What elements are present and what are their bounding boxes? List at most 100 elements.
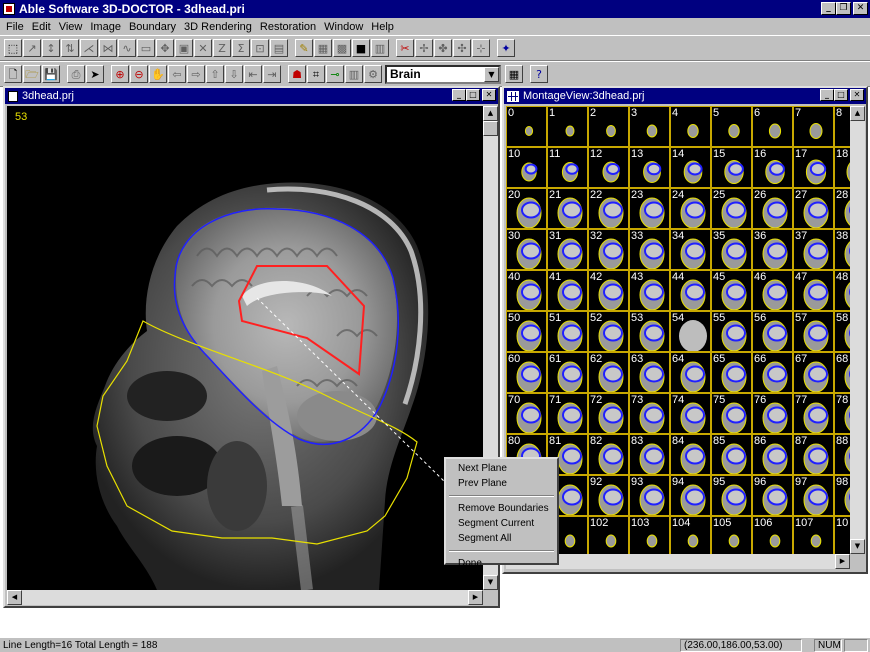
montage-slice[interactable]: 52 bbox=[588, 311, 629, 352]
frame-icon[interactable]: ⊡ bbox=[251, 39, 269, 57]
menu-item-prev-plane[interactable]: Prev Plane bbox=[446, 476, 557, 491]
histogram-icon[interactable]: ▥ bbox=[345, 65, 363, 83]
montage-slice[interactable]: 30 bbox=[506, 229, 547, 270]
join-icon[interactable]: ⊹ bbox=[472, 39, 490, 57]
montage-slice[interactable]: 62 bbox=[588, 352, 629, 393]
montage-slice[interactable]: 102 bbox=[588, 516, 629, 554]
arrow-up-icon[interactable]: ⇧ bbox=[206, 65, 224, 83]
arrow-down-icon[interactable]: ⇩ bbox=[225, 65, 243, 83]
arrow-right-icon[interactable]: ⇨ bbox=[187, 65, 205, 83]
montage-slice[interactable]: 82 bbox=[588, 434, 629, 475]
montage-slice[interactable]: 107 bbox=[793, 516, 834, 554]
montage-slice[interactable]: 65 bbox=[711, 352, 752, 393]
montage-slice[interactable]: 44 bbox=[670, 270, 711, 311]
montage-slice[interactable]: 26 bbox=[752, 188, 793, 229]
montage-slice[interactable]: 57 bbox=[793, 311, 834, 352]
menu-item-next-plane[interactable]: Next Plane bbox=[446, 461, 557, 476]
last-slice-icon[interactable]: ⇥ bbox=[263, 65, 281, 83]
montage-slice[interactable]: 7 bbox=[793, 106, 834, 147]
montage-slice[interactable]: 28 bbox=[834, 188, 850, 229]
pencil-icon[interactable]: ✎ bbox=[295, 39, 313, 57]
montage-slice[interactable]: 32 bbox=[588, 229, 629, 270]
settings-icon[interactable]: ⚙ bbox=[364, 65, 382, 83]
menu-item-remove-boundaries[interactable]: Remove Boundaries bbox=[446, 501, 557, 516]
add-point-icon[interactable]: ✢ bbox=[415, 39, 433, 57]
magic-wand-icon[interactable]: ✦ bbox=[497, 39, 515, 57]
montage-slice[interactable]: 103 bbox=[629, 516, 670, 554]
zoom-in-icon[interactable]: ⊕ bbox=[111, 65, 129, 83]
montage-slice[interactable]: 11 bbox=[547, 147, 588, 188]
z-icon[interactable]: Z bbox=[213, 39, 231, 57]
scroll-up-arrow[interactable]: ▲ bbox=[483, 106, 498, 121]
crop-icon[interactable]: ⌗ bbox=[307, 65, 325, 83]
montage-slice[interactable]: 16 bbox=[752, 147, 793, 188]
montage-slice[interactable]: 27 bbox=[793, 188, 834, 229]
montage-slice[interactable]: 66 bbox=[752, 352, 793, 393]
montage-slice[interactable]: 78 bbox=[834, 393, 850, 434]
montage-vertical-scrollbar[interactable]: ▲ ▼ bbox=[850, 106, 865, 554]
save-icon[interactable]: 💾 bbox=[42, 65, 60, 83]
image-window-title-bar[interactable]: 3dhead.prj _ □ ✕ bbox=[5, 88, 498, 104]
montage-slice[interactable]: 6 bbox=[752, 106, 793, 147]
fill-icon[interactable]: ■ bbox=[352, 39, 370, 57]
menu-item-segment-current[interactable]: Segment Current bbox=[446, 516, 557, 531]
image-horizontal-scrollbar[interactable]: ◀ ▶ bbox=[7, 590, 483, 605]
horizontal-split-icon[interactable]: ⇅ bbox=[61, 39, 79, 57]
pointer-icon[interactable]: ➤ bbox=[86, 65, 104, 83]
object-select[interactable]: Brain ▼ bbox=[385, 64, 501, 84]
restore-button[interactable]: ❐ bbox=[836, 2, 851, 15]
close-button[interactable]: ✕ bbox=[853, 2, 868, 15]
montage-slice[interactable]: 84 bbox=[670, 434, 711, 475]
montage-slice[interactable]: 93 bbox=[629, 475, 670, 516]
merge-icon[interactable]: ⋈ bbox=[99, 39, 117, 57]
app-title-bar[interactable]: Able Software 3D-DOCTOR - 3dhead.pri _ ❐… bbox=[0, 0, 870, 18]
montage-slice[interactable]: 64 bbox=[670, 352, 711, 393]
montage-slice[interactable]: 56 bbox=[752, 311, 793, 352]
menu-item-segment-all[interactable]: Segment All bbox=[446, 531, 557, 546]
montage-slice[interactable]: 95 bbox=[711, 475, 752, 516]
montage-slice[interactable]: 18 bbox=[834, 147, 850, 188]
print-icon[interactable]: ⎙ bbox=[67, 65, 85, 83]
object-settings-icon[interactable]: ▦ bbox=[505, 65, 523, 83]
montage-slice[interactable]: 12 bbox=[588, 147, 629, 188]
move-icon[interactable]: ✥ bbox=[156, 39, 174, 57]
first-slice-icon[interactable]: ⇤ bbox=[244, 65, 262, 83]
montage-slice[interactable]: 72 bbox=[588, 393, 629, 434]
montage-slice[interactable]: 22 bbox=[588, 188, 629, 229]
panel-icon[interactable]: ▥ bbox=[371, 39, 389, 57]
polyline-icon[interactable]: ⋌ bbox=[80, 39, 98, 57]
montage-slice[interactable]: 50 bbox=[506, 311, 547, 352]
montage-scroll-right-arrow[interactable]: ▶ bbox=[835, 554, 850, 569]
montage-scroll-down-arrow[interactable]: ▼ bbox=[850, 539, 865, 554]
montage-slice[interactable]: 34 bbox=[670, 229, 711, 270]
menu-view[interactable]: View bbox=[55, 21, 87, 33]
montage-slice[interactable]: 76 bbox=[752, 393, 793, 434]
menu-restoration[interactable]: Restoration bbox=[256, 21, 320, 33]
help-pointer-icon[interactable]: ? bbox=[530, 65, 548, 83]
montage-slice[interactable]: 74 bbox=[670, 393, 711, 434]
montage-slice[interactable]: 68 bbox=[834, 352, 850, 393]
open-folder-icon[interactable]: 🗁 bbox=[23, 65, 41, 83]
montage-slice[interactable]: 96 bbox=[752, 475, 793, 516]
montage-slice[interactable]: 86 bbox=[752, 434, 793, 475]
montage-slice[interactable]: 15 bbox=[711, 147, 752, 188]
montage-slice[interactable]: 20 bbox=[506, 188, 547, 229]
montage-slice[interactable]: 51 bbox=[547, 311, 588, 352]
montage-slice[interactable]: 10 bbox=[506, 147, 547, 188]
montage-slice[interactable]: 47 bbox=[793, 270, 834, 311]
montage-slice[interactable]: 5 bbox=[711, 106, 752, 147]
montage-slice[interactable]: 63 bbox=[629, 352, 670, 393]
region-select-icon[interactable]: ⬚ bbox=[4, 39, 22, 57]
menu-window[interactable]: Window bbox=[320, 21, 367, 33]
montage-slice[interactable]: 24 bbox=[670, 188, 711, 229]
montage-slice[interactable]: 1 bbox=[547, 106, 588, 147]
chevron-down-icon[interactable]: ▼ bbox=[484, 66, 499, 82]
montage-slice[interactable]: 61 bbox=[547, 352, 588, 393]
menu-3d-rendering[interactable]: 3D Rendering bbox=[180, 21, 256, 33]
montage-slice[interactable]: 88 bbox=[834, 434, 850, 475]
montage-slice[interactable]: 45 bbox=[711, 270, 752, 311]
montage-slice[interactable]: 40 bbox=[506, 270, 547, 311]
montage-slice[interactable]: 17 bbox=[793, 147, 834, 188]
rectangle-icon[interactable]: ▭ bbox=[137, 39, 155, 57]
montage-slice[interactable]: 46 bbox=[752, 270, 793, 311]
